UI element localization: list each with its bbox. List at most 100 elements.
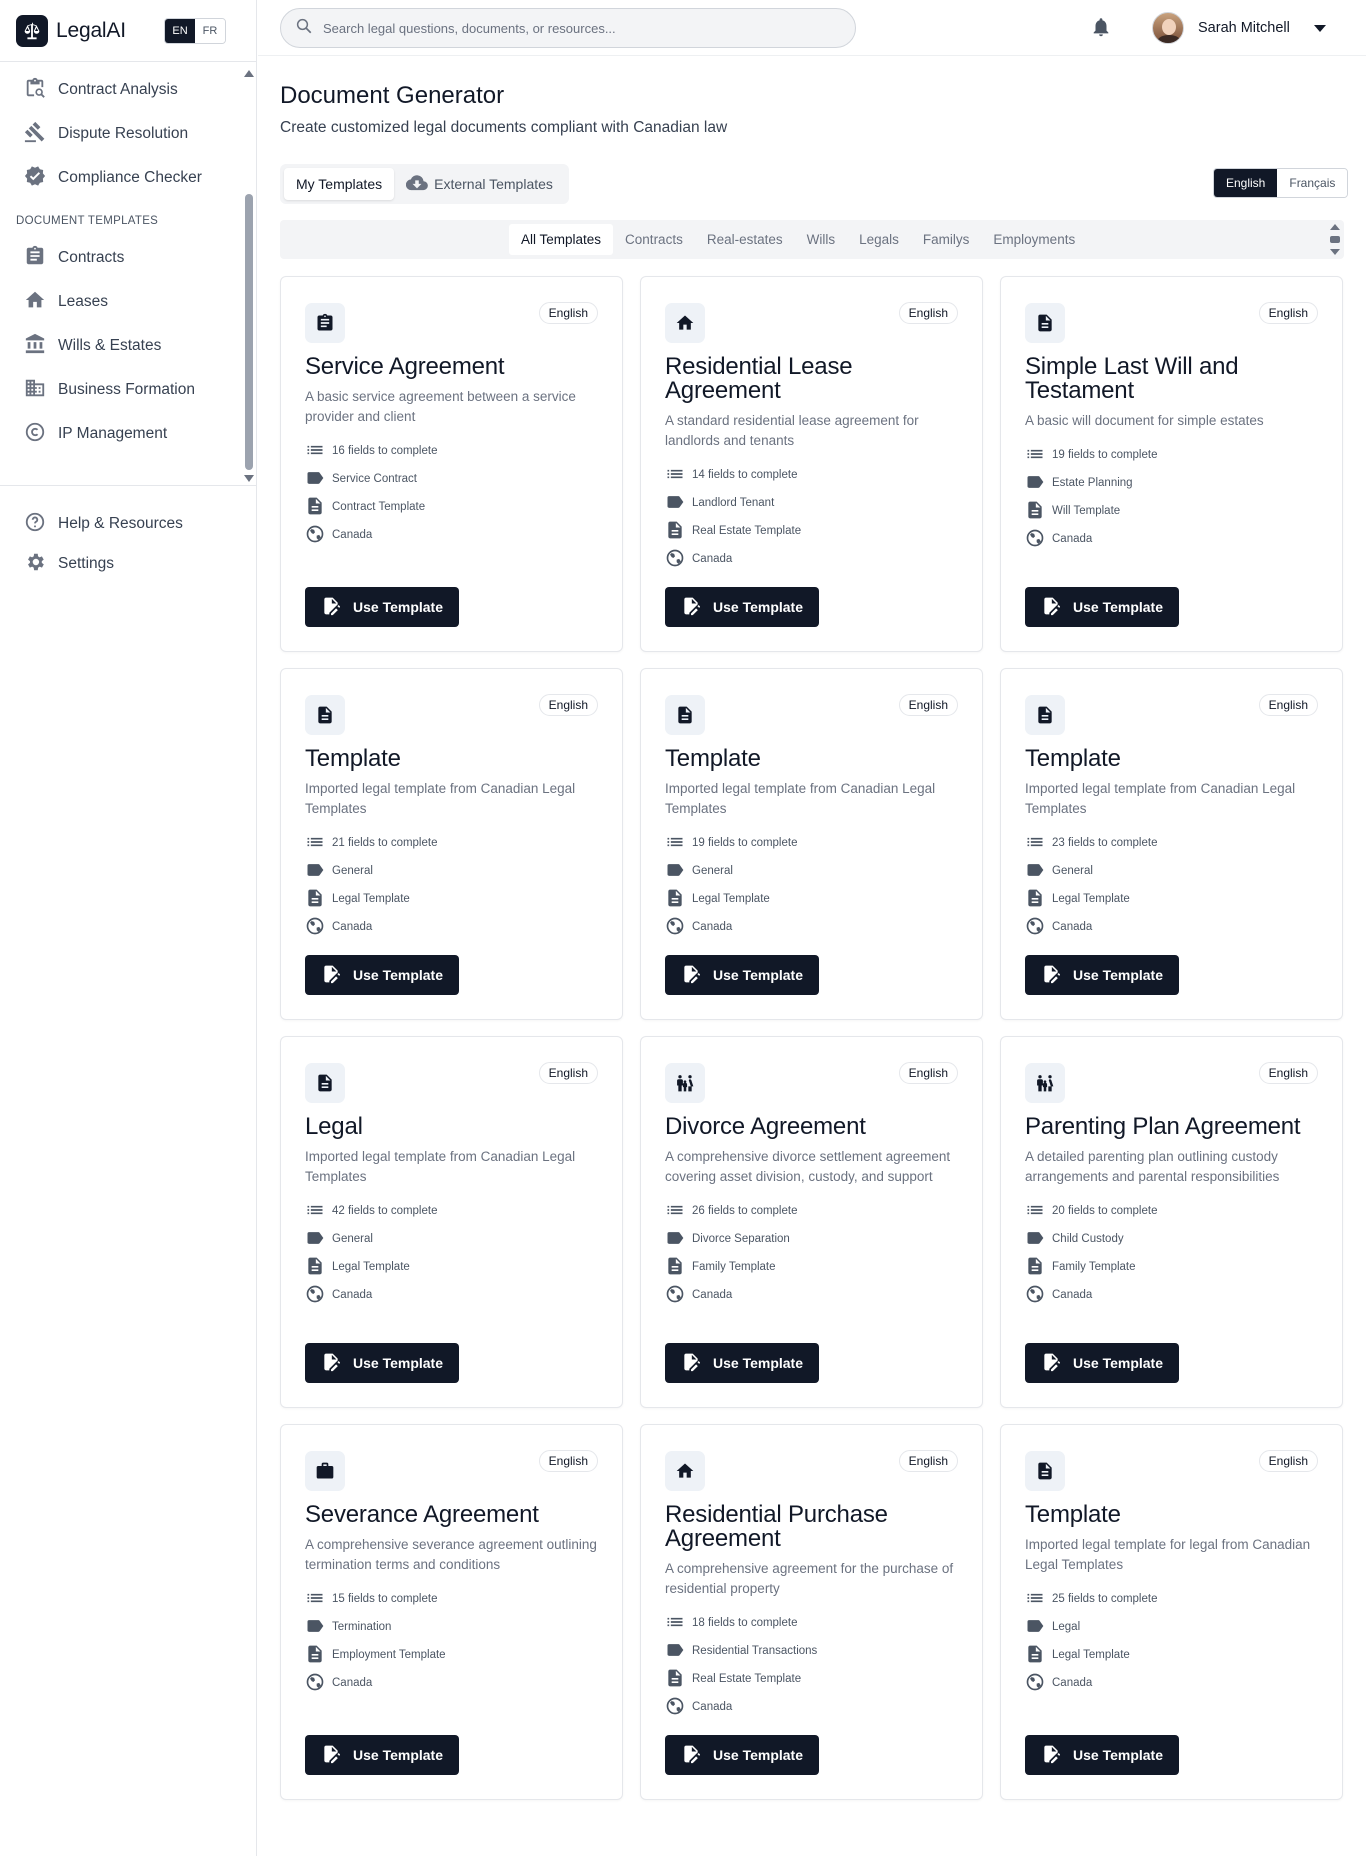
template-description: Imported legal template from Canadian Le… — [665, 781, 936, 816]
use-template-button[interactable]: Use Template — [1025, 1343, 1179, 1383]
scroll-thumb[interactable] — [245, 194, 253, 470]
sidebar-item-settings[interactable]: Settings — [24, 552, 114, 576]
globe-icon — [665, 916, 692, 939]
document-icon — [1025, 888, 1052, 911]
globe-icon — [305, 916, 332, 939]
category-tag-row: Divorce Separation — [665, 1225, 965, 1253]
template-card[interactable]: English Template Imported legal template f… — [280, 668, 623, 1020]
button-label: Use Template — [353, 1355, 443, 1371]
sidebar-item-label: Leases — [58, 293, 108, 310]
document-language-switch: English Français — [1213, 168, 1349, 198]
tab-my-templates[interactable]: My Templates — [284, 168, 395, 200]
fields-count: 16 fields to complete — [332, 445, 438, 457]
use-template-button[interactable]: Use Template — [665, 1735, 819, 1775]
scroll-down-icon[interactable] — [1330, 249, 1340, 255]
use-template-button[interactable]: Use Template — [665, 1343, 819, 1383]
category-tag-row: General — [305, 857, 605, 885]
fields-count: 14 fields to complete — [692, 469, 798, 481]
template-card[interactable]: English Template Imported legal template f… — [1000, 1424, 1343, 1800]
sidebar-item-wills-estates[interactable]: Wills & Estates — [24, 333, 161, 358]
edit-document-icon — [321, 964, 353, 987]
jurisdiction: Canada — [332, 1289, 373, 1301]
template-type: Family Template — [692, 1261, 776, 1273]
sidebar-item-label: Contracts — [58, 249, 125, 266]
globe-icon — [665, 548, 692, 571]
template-card[interactable]: English Simple Last Will and Testament A b… — [1000, 276, 1343, 652]
template-type-row: Legal Template — [305, 1253, 605, 1281]
template-type-row: Real Estate Template — [665, 517, 965, 545]
sidebar-scrollbar[interactable] — [244, 70, 254, 482]
use-template-button[interactable]: Use Template — [305, 1735, 459, 1775]
lang-en-button[interactable]: EN — [165, 18, 195, 43]
template-card[interactable]: English Template Imported legal template f… — [1000, 668, 1343, 1020]
use-template-button[interactable]: Use Template — [305, 1343, 459, 1383]
use-template-button[interactable]: Use Template — [665, 955, 819, 995]
use-template-button[interactable]: Use Template — [1025, 1735, 1179, 1775]
sidebar-item-contract-analysis[interactable]: Contract Analysis — [24, 77, 178, 102]
template-type-row: Employment Template — [305, 1641, 605, 1669]
template-card[interactable]: English Divorce Agreement A comprehensive … — [640, 1036, 983, 1408]
language-french-button[interactable]: Français — [1277, 169, 1348, 197]
fields-count: 19 fields to complete — [692, 837, 798, 849]
use-template-button[interactable]: Use Template — [305, 955, 459, 995]
scroll-up-icon[interactable] — [1330, 224, 1340, 230]
template-card[interactable]: English Parenting Plan Agreement A detaile… — [1000, 1036, 1343, 1408]
use-template-button[interactable]: Use Template — [305, 587, 459, 627]
sidebar-item-leases[interactable]: Leases — [24, 290, 108, 314]
template-card[interactable]: English Template Imported legal template f… — [640, 668, 983, 1020]
category-familys[interactable]: Familys — [911, 224, 982, 255]
category-scrollbar[interactable] — [1330, 224, 1340, 255]
jurisdiction: Canada — [692, 921, 733, 933]
template-title: Template — [1025, 745, 1121, 772]
template-card[interactable]: English Service Agreement A basic service … — [280, 276, 623, 652]
category-legals[interactable]: Legals — [847, 224, 911, 255]
category-wills[interactable]: Wills — [795, 224, 848, 255]
avatar[interactable] — [1152, 12, 1184, 44]
search-input[interactable]: Search legal questions, documents, or re… — [280, 8, 856, 48]
language-badge: English — [538, 694, 598, 716]
chevron-down-icon[interactable] — [1313, 24, 1326, 32]
template-card[interactable]: English Severance Agreement A comprehensiv… — [280, 1424, 623, 1800]
jurisdiction-row: Canada — [305, 1669, 605, 1697]
scroll-down-icon[interactable] — [244, 475, 254, 482]
scroll-thumb[interactable] — [1330, 236, 1340, 243]
template-description: A standard residential lease agreement f… — [665, 413, 919, 448]
use-template-button[interactable]: Use Template — [665, 587, 819, 627]
category-all-templates[interactable]: All Templates — [509, 224, 614, 255]
category-employments[interactable]: Employments — [981, 224, 1087, 255]
category-contracts[interactable]: Contracts — [613, 224, 695, 255]
template-type-row: Legal Template — [1025, 1641, 1325, 1669]
app-name: LegalAI — [56, 18, 126, 42]
sidebar-item-compliance-checker[interactable]: Compliance Checker — [24, 165, 202, 190]
tab-external-templates[interactable]: External Templates — [394, 168, 565, 200]
fields-count: 26 fields to complete — [692, 1205, 798, 1217]
template-card[interactable]: English Residential Lease Agreement A stan… — [640, 276, 983, 652]
sidebar-item-ip-management[interactable]: IP Management — [24, 422, 167, 446]
sidebar-item-business-formation[interactable]: Business Formation — [24, 378, 195, 402]
template-card[interactable]: English Legal Imported legal template from… — [280, 1036, 623, 1408]
use-template-button[interactable]: Use Template — [1025, 587, 1179, 627]
category-tag-row: Residential Transactions — [665, 1637, 965, 1665]
use-template-button[interactable]: Use Template — [1025, 955, 1179, 995]
globe-icon — [305, 1284, 332, 1307]
list-icon — [665, 1612, 692, 1635]
sidebar-item-dispute-resolution[interactable]: Dispute Resolution — [24, 121, 188, 146]
sidebar-item-contracts[interactable]: Contracts — [24, 245, 125, 270]
sidebar-item-help-resources[interactable]: Help & Resources — [24, 512, 183, 536]
language-badge: English — [538, 1450, 598, 1472]
user-menu[interactable]: Sarah Mitchell — [1152, 12, 1326, 44]
category-real-estates[interactable]: Real-estates — [695, 224, 795, 255]
language-english-button[interactable]: English — [1214, 169, 1278, 197]
notification-bell-icon[interactable] — [1090, 16, 1112, 43]
category-tag: General — [332, 1233, 373, 1245]
lang-fr-button[interactable]: FR — [195, 18, 225, 43]
template-card[interactable]: English Residential Purchase Agreement A c… — [640, 1424, 983, 1800]
scroll-up-icon[interactable] — [244, 70, 254, 77]
scales-logo-icon[interactable] — [16, 14, 48, 47]
list-icon — [1025, 1200, 1052, 1223]
help-icon — [24, 511, 46, 538]
sidebar-item-label: Business Formation — [58, 381, 195, 398]
template-type: Real Estate Template — [692, 525, 802, 537]
template-title: Residential Purchase Agreement — [665, 1501, 888, 1552]
fields-count-row: 16 fields to complete — [305, 437, 605, 465]
